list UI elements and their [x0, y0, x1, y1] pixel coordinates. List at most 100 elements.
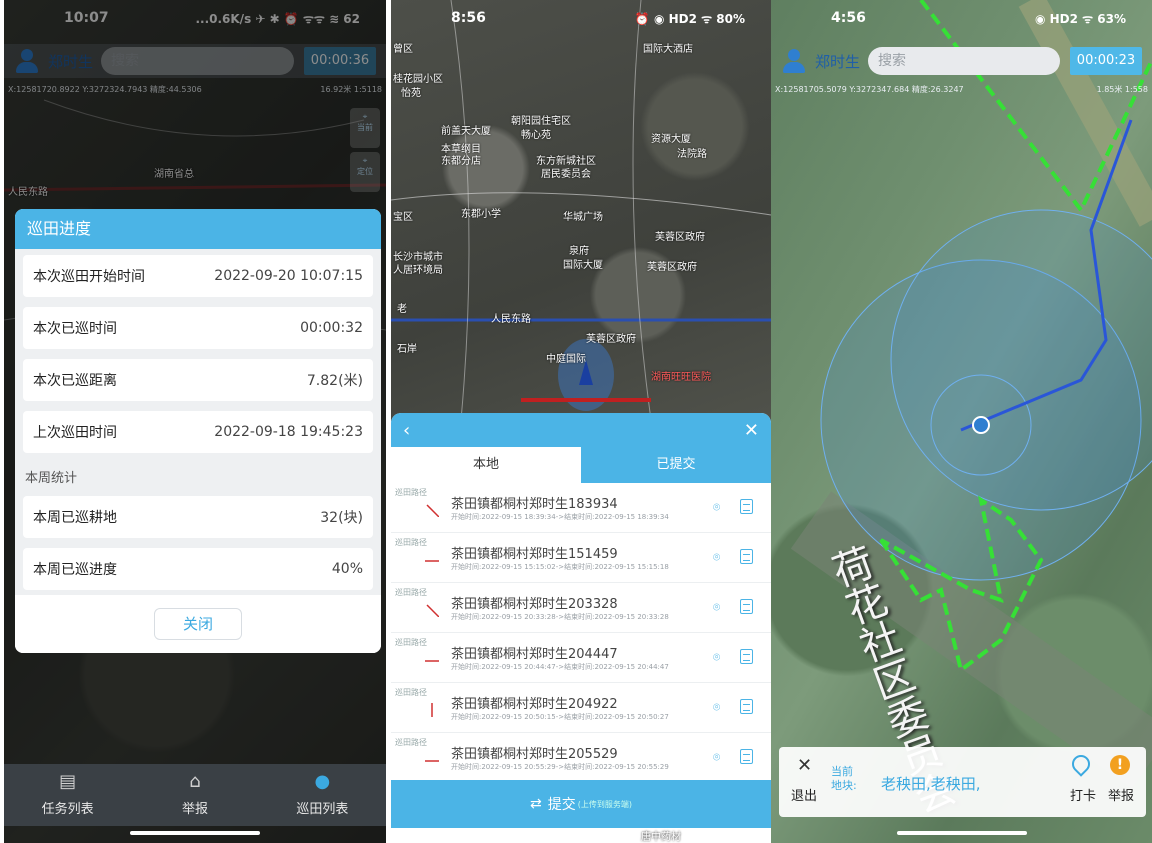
map-label-road: 人民东路: [491, 314, 531, 325]
list-item[interactable]: 巡田路径茶田镇都桐村郑时生203328 开始时间:2022-09-15 20:33…: [391, 583, 771, 633]
path-thumbnail-icon: [425, 760, 439, 762]
dialog-title: 巡田进度: [15, 209, 381, 249]
item-title: 茶田镇都桐村郑时生183934: [451, 497, 618, 512]
panel-header: ‹ ✕: [391, 413, 771, 447]
stat-label: 本周已巡耕地: [33, 510, 117, 526]
location-pin-icon[interactable]: [1068, 751, 1094, 777]
home-indicator[interactable]: [130, 831, 260, 835]
exit-button[interactable]: 退出: [791, 785, 817, 804]
tab-bar: 本地 已提交: [391, 447, 771, 483]
nav-report[interactable]: ⌂ 举报: [131, 764, 258, 826]
document-icon[interactable]: [740, 749, 753, 764]
user-icon[interactable]: [781, 48, 807, 74]
current-label: 当前: [831, 765, 853, 778]
close-button[interactable]: 关闭: [154, 608, 242, 640]
item-title: 茶田镇都桐村郑时生204922: [451, 697, 618, 712]
map-label: 宝区: [393, 212, 413, 223]
close-icon[interactable]: ✕: [744, 420, 759, 441]
nav-task-list[interactable]: ▤ 任务列表: [4, 764, 131, 826]
location-pin-icon[interactable]: ⌾: [713, 500, 725, 514]
path-thumbnail-icon: [426, 604, 439, 617]
home-indicator[interactable]: [896, 831, 1027, 835]
nav-patrol-list[interactable]: ● 巡田列表: [259, 764, 386, 826]
location-pin-icon[interactable]: ⌾: [713, 650, 725, 664]
item-time-range: 开始时间:2022-09-15 20:55:29->结束时间:2022-09-1…: [451, 763, 669, 771]
document-icon[interactable]: [740, 599, 753, 614]
current-plot-label: 当前 地块:: [831, 765, 857, 793]
section-weekly-stats: 本周统计: [25, 471, 78, 486]
path-thumbnail-icon: [425, 660, 439, 662]
screen-patrol-map: 荷花社区委员会 4:56 ◉ HD2 ᯤ 63% 郑时生 搜索 00:00:23…: [771, 0, 1152, 843]
item-type-tag: 巡田路径: [395, 638, 427, 647]
submit-hint: (上传到服务端): [577, 799, 632, 809]
house-icon: ⌂: [189, 771, 201, 792]
list-item[interactable]: 巡田路径 茶田镇都桐村郑时生204447 开始时间:2022-09-15 20:44…: [391, 633, 771, 683]
location-pin-icon[interactable]: ⌾: [713, 550, 725, 564]
map-label: 中庭国际: [546, 354, 586, 365]
list-item[interactable]: 巡田路径 茶田镇都桐村郑时生183934 开始时间:2022-09-15 18:39…: [391, 483, 771, 533]
patrol-list-panel: ‹ ✕ 本地 已提交 巡田路径 茶田镇都桐村郑时生183934 开始时间:2022-…: [391, 413, 771, 843]
top-bar: 郑时生 搜索 00:00:23: [771, 44, 1152, 78]
list-item[interactable]: 巡田路径 茶田镇都桐村郑时生204922 开始时间:2022-09-15 20:50…: [391, 683, 771, 733]
alert-icon[interactable]: !: [1110, 755, 1130, 775]
item-type-tag: 巡田路径: [395, 538, 427, 547]
map-label: 国际大厦: [563, 260, 603, 271]
document-icon[interactable]: [740, 649, 753, 664]
patrol-progress-dialog: 巡田进度 本次巡田开始时间 2022-09-20 10:07:15 本次已巡时间…: [15, 209, 381, 653]
list-item[interactable]: 巡田路径茶田镇都桐村郑时生151459 开始时间:2022-09-15 15:15…: [391, 533, 771, 583]
scale-readout: 1.85米 1:558: [1096, 85, 1148, 94]
stat-label: 本次已巡时间: [33, 321, 117, 337]
screen-patrol-progress: 人民东路 湖南省总 10:07 ...0.6K/s ✈ ✱ ⏰ ᯤᯤ ≋ 62 …: [4, 0, 386, 843]
close-icon[interactable]: ✕: [797, 755, 812, 776]
location-pin-icon[interactable]: ⌾: [713, 750, 725, 764]
map-label: 芙蓉区政府: [655, 232, 705, 243]
satellite-map[interactable]: 荷花社区委员会: [771, 0, 1152, 843]
map-label: 人居环境局: [393, 265, 443, 276]
status-icons: ⏰ ◉ HD2 ᯤ 80%: [634, 11, 745, 26]
tab-local[interactable]: 本地: [391, 447, 581, 483]
stat-label: 本周已巡进度: [33, 562, 117, 578]
item-time-range: 开始时间:2022-09-15 18:39:34->结束时间:2022-09-1…: [451, 513, 669, 521]
item-time-range: 开始时间:2022-09-15 15:15:02->结束时间:2022-09-1…: [451, 563, 669, 571]
map-label-footer: 唐中药材: [641, 832, 681, 843]
map-label: 前盖天大厦: [441, 126, 491, 137]
tab-submitted[interactable]: 已提交: [581, 447, 771, 483]
item-time-range: 开始时间:2022-09-15 20:33:28->结束时间:2022-09-1…: [451, 613, 669, 621]
document-icon[interactable]: [740, 549, 753, 564]
status-bar: 8:56 ⏰ ◉ HD2 ᯤ 80%: [391, 0, 771, 36]
current-plots-value: 老秧田,老秧田,: [881, 775, 981, 793]
item-type-tag: 巡田路径: [395, 588, 427, 597]
stat-row-start-time: 本次巡田开始时间 2022-09-20 10:07:15: [23, 255, 373, 297]
path-thumbnail-icon: [431, 703, 433, 717]
submit-label: 提交: [547, 797, 576, 813]
list-item[interactable]: 巡田路径 茶田镇都桐村郑时生205529 开始时间:2022-09-15 20:55…: [391, 733, 771, 783]
stat-value: 2022-09-18 19:45:23: [214, 424, 363, 440]
map-label: 居民委员会: [541, 169, 591, 180]
stat-label: 本次巡田开始时间: [33, 269, 145, 285]
checkin-button[interactable]: 打卡: [1070, 785, 1096, 804]
stat-row-week-plots: 本周已巡耕地 32(块): [23, 496, 373, 538]
patrol-timer: 00:00:23: [1070, 47, 1142, 75]
item-title: 茶田镇都桐村郑时生151459: [451, 547, 618, 562]
search-input[interactable]: 搜索: [868, 47, 1060, 75]
map-label: 国际大酒店: [643, 44, 693, 55]
submit-button[interactable]: ⇄ 提交 (上传到服务端): [391, 780, 771, 828]
report-button[interactable]: 举报: [1108, 785, 1134, 804]
location-pin-icon[interactable]: ⌾: [713, 600, 725, 614]
map-label: 泉府: [569, 246, 589, 257]
back-icon[interactable]: ‹: [403, 420, 410, 441]
chat-icon: ●: [314, 771, 331, 792]
map-label: 桂花园小区: [393, 74, 443, 85]
stat-value: 40%: [331, 561, 363, 577]
nav-label: 任务列表: [41, 802, 94, 817]
map-label: 曾区: [393, 44, 413, 55]
document-icon[interactable]: [740, 699, 753, 714]
item-type-tag: 巡田路径: [395, 738, 427, 747]
stat-value: 2022-09-20 10:07:15: [214, 268, 363, 284]
document-icon[interactable]: [740, 499, 753, 514]
item-title: 茶田镇都桐村郑时生203328: [451, 597, 618, 612]
map-label: 老: [397, 304, 407, 315]
map-label: 法院路: [677, 149, 707, 160]
location-pin-icon[interactable]: ⌾: [713, 700, 725, 714]
plot-info-bar: ✕ 退出 当前 地块: 老秧田,老秧田, ! 打卡 举报: [779, 747, 1146, 817]
